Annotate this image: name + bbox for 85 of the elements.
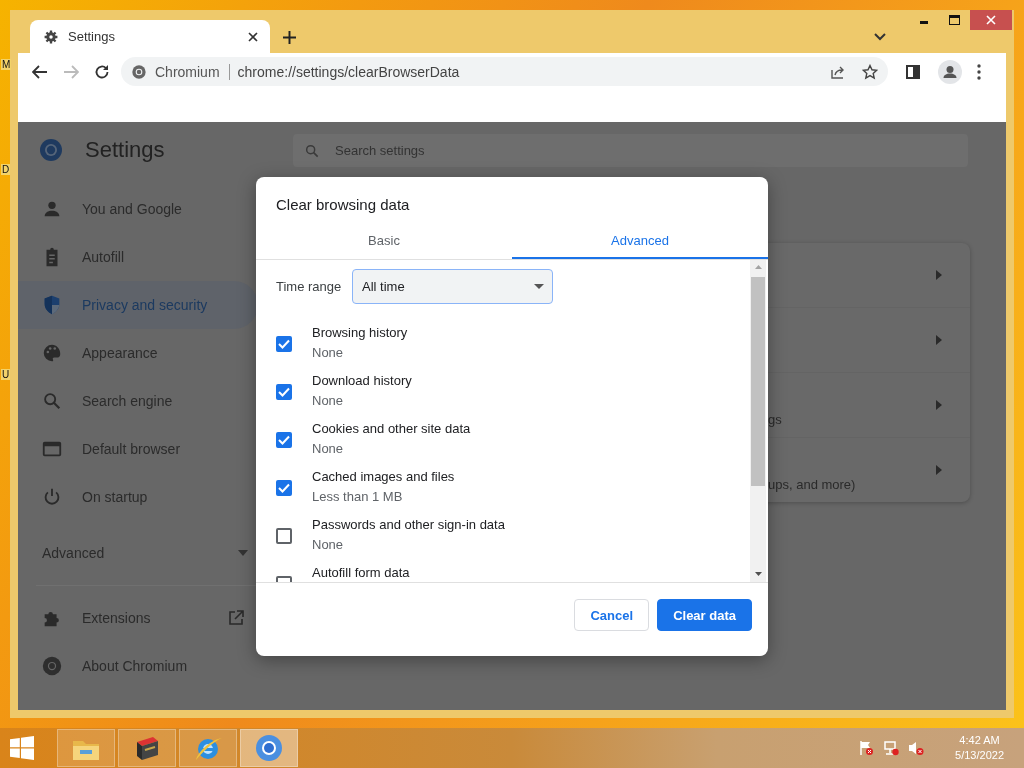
desktop-icon-label[interactable]: M <box>1 59 12 70</box>
checkbox[interactable] <box>276 480 292 496</box>
search-icon <box>304 142 320 159</box>
option-label: Autofill form data <box>312 564 410 581</box>
chromium-logo-icon <box>131 63 147 80</box>
sidebar-item[interactable]: Extensions <box>18 594 258 642</box>
scroll-up-icon <box>754 265 762 269</box>
search-field[interactable]: Search settings <box>293 133 968 167</box>
arrow-right-icon[interactable] <box>936 270 942 280</box>
sidebar-item[interactable]: Appearance <box>18 329 258 377</box>
windows-start-icon[interactable] <box>10 736 34 760</box>
row-description: gs <box>768 412 782 427</box>
gear-icon <box>44 29 58 44</box>
dialog-title: Clear browsing data <box>275 195 411 215</box>
sidebar-item[interactable]: Privacy and security <box>18 281 258 329</box>
row-description: ups, and more) <box>768 477 856 492</box>
caret-down-icon <box>534 284 544 289</box>
time-range-dropdown[interactable]: All time <box>352 269 553 304</box>
address-bar[interactable]: Chromium chrome://settings/clearBrowserData <box>121 57 888 86</box>
arrow-right-icon[interactable] <box>936 400 942 410</box>
option-detail: None <box>312 536 345 553</box>
dialog-tab[interactable]: Basic <box>256 225 512 259</box>
sidebar-item[interactable]: Autofill <box>18 233 258 281</box>
sidebar-item[interactable]: Default browser <box>18 425 258 473</box>
taskbar-button[interactable] <box>240 729 298 767</box>
checkbox[interactable] <box>276 528 292 544</box>
close-icon[interactable] <box>248 31 258 42</box>
clock-date[interactable]: 5/13/2022 <box>955 748 1004 763</box>
search-icon <box>41 390 63 412</box>
option-label: Browsing history <box>312 324 408 341</box>
chromium-logo-icon <box>253 732 285 764</box>
page-title: Settings <box>85 137 165 163</box>
desktop-icon-label[interactable]: D <box>1 164 11 175</box>
browser-tab[interactable]: Settings <box>30 20 270 53</box>
sidebar-item[interactable]: About Chromium <box>18 642 258 690</box>
desktop-icon-label[interactable]: U <box>1 369 11 380</box>
chromium-logo-icon <box>39 138 63 162</box>
option-detail: None <box>312 440 345 457</box>
option-detail: None <box>312 392 345 409</box>
clear-data-button[interactable]: Clear data <box>657 599 752 631</box>
close-icon <box>986 15 996 25</box>
palette-icon <box>41 342 63 364</box>
side-panel-icon[interactable] <box>906 64 920 79</box>
chromium-logo-icon <box>41 655 63 677</box>
scroll-down-icon <box>754 572 762 576</box>
speaker-muted-icon[interactable] <box>908 740 925 756</box>
checkbox[interactable] <box>276 384 292 400</box>
chevron-down-icon[interactable] <box>874 33 886 41</box>
arrow-right-icon[interactable] <box>936 465 942 475</box>
avatar-icon[interactable] <box>938 59 962 84</box>
tab-title: Settings <box>68 29 116 44</box>
option-label: Cached images and files <box>312 468 455 485</box>
check-icon <box>278 435 290 445</box>
sidebar-item[interactable]: On startup <box>18 473 258 521</box>
flag-error-icon[interactable] <box>858 740 875 756</box>
checkbox[interactable] <box>276 432 292 448</box>
option-detail: Less than 1 MB <box>312 488 404 505</box>
option-label: Download history <box>312 372 412 389</box>
checkbox[interactable] <box>276 336 292 352</box>
caret-down-icon <box>238 550 248 556</box>
clock-time[interactable]: 4:42 AM <box>959 733 1000 748</box>
advanced-section-toggle[interactable]: Advanced <box>18 529 258 577</box>
check-icon <box>278 387 290 397</box>
scrollbar[interactable] <box>750 260 766 582</box>
site-name: Chromium <box>155 63 220 80</box>
url-text: chrome://settings/clearBrowserData <box>237 63 460 80</box>
network-error-icon[interactable] <box>883 740 900 756</box>
option-label: Cookies and other site data <box>312 420 471 437</box>
menu-dots-icon[interactable] <box>977 63 981 80</box>
scrollbar-thumb[interactable] <box>751 277 765 486</box>
sidebar-item[interactable]: You and Google <box>18 185 258 233</box>
option-detail: None <box>312 344 345 361</box>
sidebar-item[interactable]: Search engine <box>18 377 258 425</box>
field-label: Time range <box>276 279 343 294</box>
reload-icon[interactable] <box>94 63 110 80</box>
option-label: Passwords and other sign-in data <box>312 516 505 533</box>
dialog-tab[interactable]: Advanced <box>512 225 768 259</box>
taskbar-button[interactable] <box>118 729 176 767</box>
check-icon <box>278 339 290 349</box>
new-tab-icon[interactable] <box>283 31 296 44</box>
arrow-right-icon[interactable] <box>936 335 942 345</box>
cancel-button[interactable]: Cancel <box>574 599 650 631</box>
back-arrow-icon[interactable] <box>32 64 48 79</box>
star-icon[interactable] <box>862 63 878 80</box>
check-icon <box>278 483 290 493</box>
